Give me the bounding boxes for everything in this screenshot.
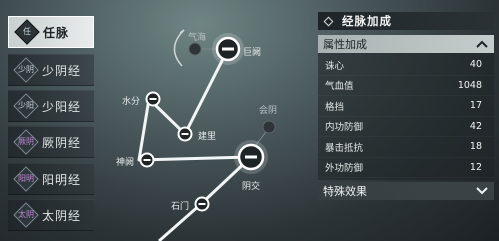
attribute-value: 12	[469, 161, 482, 173]
meridian-node-jianli[interactable]	[177, 126, 193, 142]
meridian-arc	[173, 29, 185, 67]
point-label-shenque: 神阙	[116, 158, 135, 168]
attribute-row: 内功防御 42	[318, 117, 494, 138]
meridian-map: 气海 巨阙 水分 建里 神阙 会阴 阴交 石门	[104, 0, 318, 241]
attribute-row: 格挡 17	[318, 96, 494, 117]
meridian-badge-icon: 厥阴	[13, 129, 39, 155]
sidebar-item-label: 厥阴经	[42, 135, 82, 150]
attribute-name: 气血值	[325, 81, 354, 93]
meridian-path-svg	[137, 29, 276, 241]
sidebar-item-label: 少阴经	[42, 63, 82, 78]
point-label-jianli: 建里	[198, 132, 217, 142]
attribute-value: 17	[469, 100, 482, 112]
meridian-node-qihai[interactable]	[188, 42, 202, 56]
meridian-node-shuifen[interactable]	[145, 91, 161, 107]
meridian-badge-icon: 少阴	[13, 57, 39, 83]
sidebar-item-yangming[interactable]: 阳明 阳明经	[8, 163, 94, 195]
attribute-list: 诛心 40 气血值 1048 格挡 17 内功防御 42 暴击抵抗 18 外功防…	[318, 53, 494, 180]
chevron-down-icon	[476, 187, 488, 195]
attribute-name: 格挡	[325, 101, 345, 113]
attributes-section-header[interactable]: 属性加成	[318, 35, 494, 53]
meridian-badge-icon: 阳明	[13, 166, 39, 192]
sidebar-item-jueyin[interactable]: 厥阴 厥阴经	[8, 126, 94, 158]
meridian-node-yinjiao[interactable]	[237, 143, 265, 171]
point-label-huiyin: 会阴	[259, 106, 278, 116]
point-label-qihai: 气海	[188, 33, 207, 43]
sidebar-item-taiyin[interactable]: 太阴 太阴经	[8, 199, 94, 231]
meridian-badge-icon: 任	[14, 19, 40, 45]
sidebar-item-renmai[interactable]: 任 任脉	[8, 16, 94, 48]
point-label-yinjiao: 阴交	[242, 182, 261, 192]
panel-header: 经脉加成	[318, 12, 494, 30]
chevron-up-icon	[476, 40, 488, 48]
panel-title: 经脉加成	[342, 14, 392, 28]
attribute-row: 外功防御 12	[318, 158, 494, 179]
sidebar-item-label: 阳明经	[42, 172, 82, 187]
point-label-shimen: 石门	[171, 202, 190, 212]
meridian-badge-icon: 少阳	[13, 93, 39, 119]
attribute-value: 18	[469, 141, 482, 153]
attribute-row: 气血值 1048	[318, 76, 494, 97]
attribute-row: 诛心 40	[318, 55, 494, 76]
attribute-value: 1048	[457, 79, 482, 91]
sidebar-item-shaoyang[interactable]: 少阳 少阳经	[8, 90, 94, 122]
attribute-name: 暴击抵抗	[325, 142, 364, 154]
meridian-badge-icon: 太阴	[13, 202, 39, 228]
sidebar-item-label: 任脉	[43, 25, 70, 40]
attribute-value: 40	[469, 59, 482, 71]
meridian-node-juque[interactable]	[215, 36, 241, 62]
attribute-name: 内功防御	[325, 122, 364, 134]
point-label-juque: 巨阙	[243, 48, 262, 58]
point-label-shuifen: 水分	[122, 97, 141, 107]
sidebar-item-shaoyin[interactable]: 少阴 少阴经	[8, 54, 94, 86]
meridian-bonus-panel: 经脉加成 属性加成 诛心 40 气血值 1048 格挡 17 内功防御 42 暴…	[318, 12, 494, 200]
sidebar-item-label: 少阳经	[42, 99, 82, 114]
meridian-sidebar: 任 任脉 少阴 少阴经 少阳 少阳经 厥阴 厥阴经 阳明 阳明经 太阴 太阴经	[0, 0, 104, 241]
meridian-main-path	[137, 48, 253, 241]
section-title: 特殊效果	[323, 185, 367, 198]
sidebar-item-label: 太阴经	[42, 208, 82, 223]
section-title: 属性加成	[323, 38, 367, 51]
diamond-icon	[323, 16, 334, 26]
meridian-node-huiyin[interactable]	[262, 120, 276, 134]
meridian-node-shenque[interactable]	[139, 152, 155, 168]
attribute-value: 42	[469, 120, 482, 132]
attribute-name: 诛心	[325, 60, 345, 72]
meridian-node-shimen[interactable]	[194, 196, 210, 212]
attribute-row: 暴击抵抗 18	[318, 137, 494, 158]
attribute-name: 外功防御	[325, 163, 364, 175]
special-effects-section-header[interactable]: 特殊效果	[318, 182, 494, 200]
